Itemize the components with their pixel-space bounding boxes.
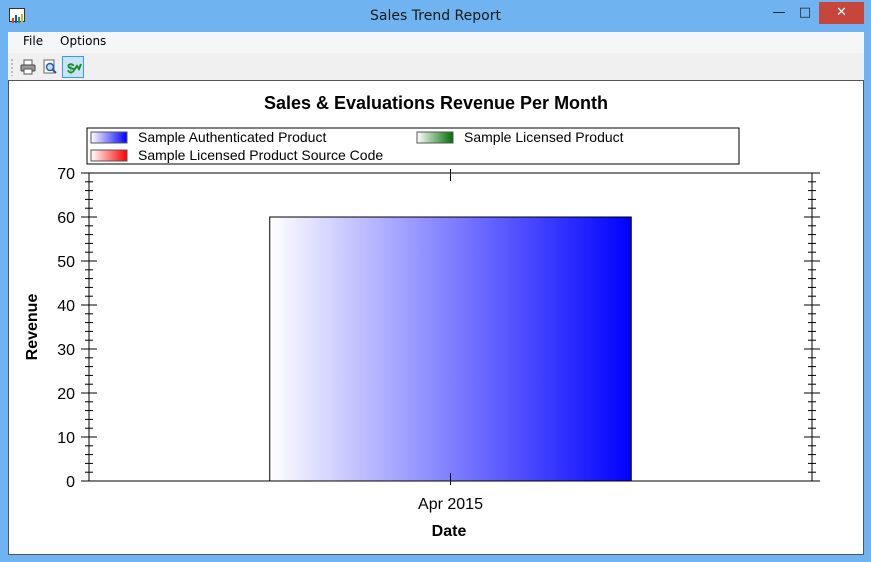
print-preview-button[interactable] [39, 56, 61, 78]
toolbar: $ [8, 54, 864, 80]
y-axis-tick-labels: 0 10 20 30 40 50 60 70 [57, 166, 75, 491]
x-axis-title: Date [432, 523, 467, 540]
chart-legend: Sample Authenticated Product Sample Lice… [86, 127, 740, 165]
y-tick-label: 30 [57, 342, 75, 359]
title-bar[interactable]: Sales Trend Report — □ ✕ [0, 0, 871, 32]
x-axis-tick-labels: Apr 2015 [418, 496, 483, 513]
window-title: Sales Trend Report [370, 8, 501, 24]
maximize-button[interactable]: □ [794, 2, 816, 24]
y-tick-label: 40 [57, 298, 75, 315]
client-area: File Options $ Sales & Evaluations Reven… [8, 32, 864, 555]
print-button[interactable] [17, 56, 39, 78]
close-button[interactable]: ✕ [819, 2, 864, 24]
minimize-button[interactable]: — [768, 2, 790, 24]
print-preview-icon [43, 59, 57, 74]
legend-label: Sample Licensed Product [464, 129, 624, 145]
sales-report-icon: $ [67, 60, 82, 76]
legend-swatch [90, 149, 128, 162]
x-tick-label: Apr 2015 [418, 496, 483, 513]
menu-bar: File Options [8, 32, 864, 53]
printer-icon [20, 59, 36, 75]
legend-swatch [90, 131, 128, 144]
y-tick-label: 60 [57, 210, 75, 227]
y-tick-label: 10 [57, 430, 75, 447]
y-tick-label: 70 [57, 166, 75, 183]
y-tick-label: 20 [57, 386, 75, 403]
menu-file[interactable]: File [23, 34, 43, 48]
chart-title: Sales & Evaluations Revenue Per Month [264, 93, 608, 113]
toolbar-grip[interactable] [11, 58, 13, 76]
y-tick-label: 50 [57, 254, 75, 271]
legend-label: Sample Authenticated Product [138, 129, 326, 145]
sales-report-button[interactable]: $ [62, 56, 84, 78]
y-axis-title: Revenue [24, 294, 41, 361]
chart-panel: Sales & Evaluations Revenue Per Month Sa… [8, 80, 864, 555]
revenue-chart: Sales & Evaluations Revenue Per Month Sa… [24, 93, 820, 540]
menu-options[interactable]: Options [60, 34, 106, 48]
legend-swatch [416, 131, 454, 144]
app-window: Sales Trend Report — □ ✕ File Options $ … [0, 0, 871, 562]
bar [269, 216, 632, 482]
y-tick-label: 0 [66, 474, 75, 491]
legend-label: Sample Licensed Product Source Code [138, 147, 383, 163]
svg-text:$: $ [67, 60, 75, 76]
